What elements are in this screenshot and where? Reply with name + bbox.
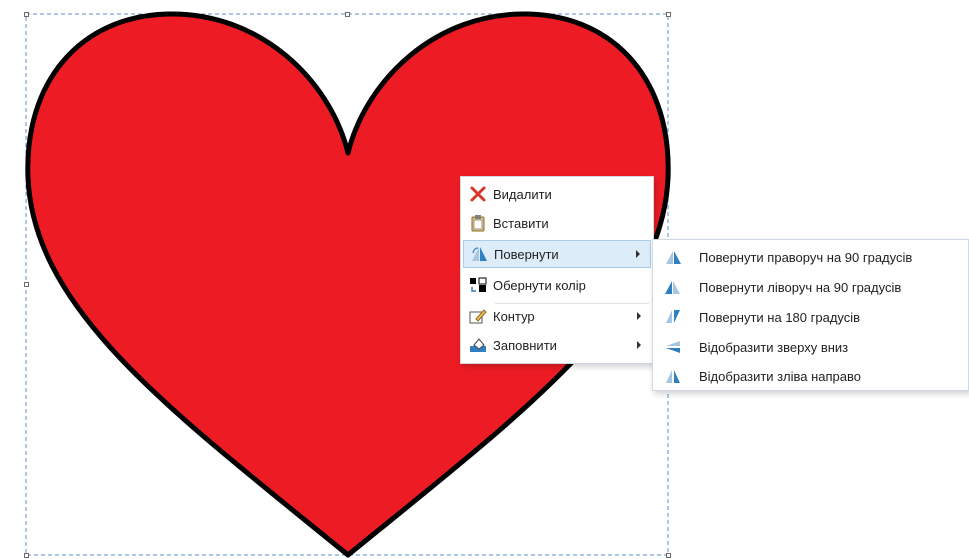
- menu-item-label: Видалити: [493, 186, 552, 202]
- context-menu: Видалити Вставити Повернути Обернути кол…: [460, 176, 654, 364]
- outline-pencil-icon: [463, 302, 493, 330]
- paste-icon: [463, 209, 493, 237]
- rotate-left-90-icon: [655, 273, 691, 301]
- resize-handle-top-left[interactable]: [24, 12, 29, 17]
- resize-handle-bottom-left[interactable]: [24, 553, 29, 558]
- resize-handle-bottom-right[interactable]: [666, 553, 671, 558]
- menu-item-fill[interactable]: Заповнити: [463, 331, 651, 359]
- submenu-item-label: Повернути ліворуч на 90 градусів: [699, 279, 902, 295]
- submenu-item-flip-vertical[interactable]: Відобразити зверху вниз: [655, 333, 966, 361]
- flip-horizontal-icon: [655, 362, 691, 390]
- submenu-item-label: Відобразити зверху вниз: [699, 339, 849, 355]
- submenu-item-label: Відобразити зліва направо: [699, 368, 861, 384]
- menu-item-rotate[interactable]: Повернути: [463, 240, 651, 268]
- menu-item-invert-color[interactable]: Обернути колір: [463, 271, 651, 299]
- submenu-arrow-icon: [636, 250, 640, 258]
- delete-x-icon: [463, 180, 493, 208]
- submenu-item-rotate-left-90[interactable]: Повернути ліворуч на 90 градусів: [655, 273, 966, 301]
- resize-handle-top-right[interactable]: [666, 12, 671, 17]
- flip-vertical-icon: [655, 333, 691, 361]
- menu-item-label: Контур: [493, 308, 535, 324]
- menu-item-label: Вставити: [493, 215, 549, 231]
- resize-handle-middle-left[interactable]: [24, 282, 29, 287]
- submenu-item-label: Повернути на 180 градусів: [699, 309, 861, 325]
- resize-handle-top-middle[interactable]: [345, 12, 350, 17]
- rotate-right-90-icon: [655, 243, 691, 271]
- menu-item-paste[interactable]: Вставити: [463, 209, 651, 237]
- invert-color-icon: [463, 271, 493, 299]
- rotate-submenu: Повернути праворуч на 90 градусів Поверн…: [652, 239, 969, 391]
- rotate-icon: [464, 240, 494, 268]
- submenu-item-label: Повернути праворуч на 90 градусів: [699, 249, 913, 265]
- submenu-item-flip-horizontal[interactable]: Відобразити зліва направо: [655, 362, 966, 390]
- submenu-item-rotate-right-90[interactable]: Повернути праворуч на 90 градусів: [655, 243, 966, 271]
- rotate-180-icon: [655, 303, 691, 331]
- submenu-item-rotate-180[interactable]: Повернути на 180 градусів: [655, 303, 966, 331]
- menu-item-outline[interactable]: Контур: [463, 302, 651, 330]
- fill-bucket-icon: [463, 331, 493, 359]
- submenu-arrow-icon: [637, 341, 641, 349]
- menu-item-label: Обернути колір: [493, 277, 586, 293]
- menu-item-label: Заповнити: [493, 337, 557, 353]
- menu-item-delete[interactable]: Видалити: [463, 180, 651, 208]
- submenu-arrow-icon: [637, 312, 641, 320]
- menu-item-label: Повернути: [494, 246, 559, 262]
